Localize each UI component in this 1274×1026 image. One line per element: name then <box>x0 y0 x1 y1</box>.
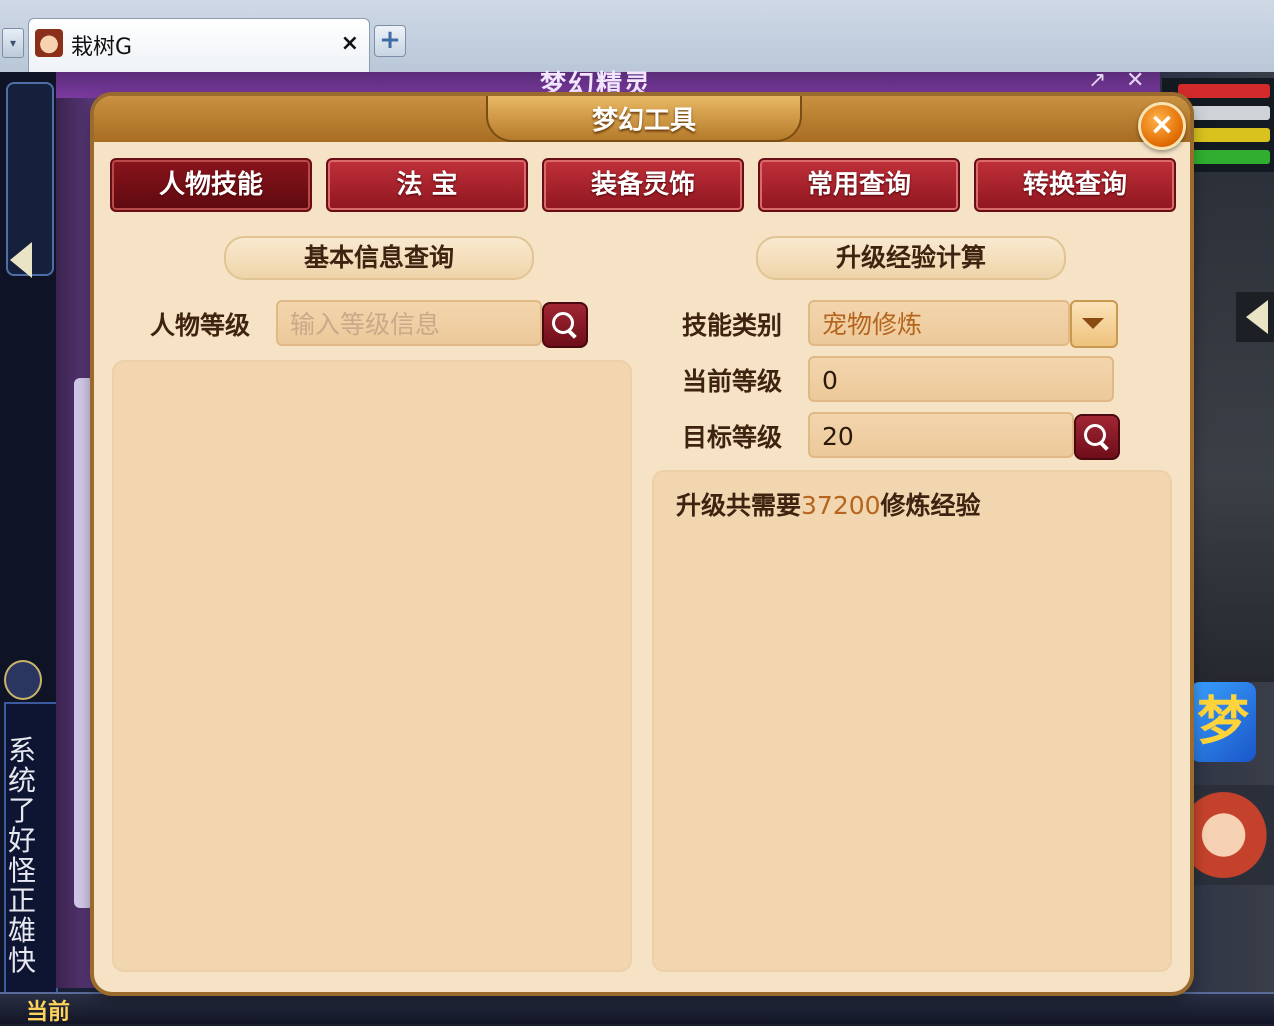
category-tabs: 人物技能 法 宝 装备灵饰 常用查询 转换查询 <box>110 158 1176 212</box>
exp-bar <box>1178 150 1270 164</box>
basic-info-section-title: 基本信息查询 <box>224 236 534 280</box>
right-panel-toggle-icon[interactable] <box>1236 292 1274 342</box>
tab-close-icon[interactable]: × <box>341 31 359 56</box>
title-plate: 梦幻工具 <box>486 96 802 142</box>
level-exp-section-title: 升级经验计算 <box>756 236 1066 280</box>
character-level-input[interactable]: 输入等级信息 <box>276 300 542 346</box>
result-value: 37200 <box>801 491 881 520</box>
exp-result-panel <box>652 470 1172 972</box>
outer-minimize-icon[interactable]: ↗ <box>1088 68 1106 93</box>
outer-window-side <box>56 98 96 988</box>
chat-scroll-button[interactable] <box>4 660 42 700</box>
tab-equipment-accessories[interactable]: 装备灵饰 <box>542 158 744 212</box>
left-arrow-icon[interactable] <box>10 242 32 278</box>
tab-character-skills[interactable]: 人物技能 <box>110 158 312 212</box>
outer-window-scrollbar[interactable] <box>74 378 94 908</box>
tab-favicon-icon <box>35 29 63 57</box>
tab-magic-treasure[interactable]: 法 宝 <box>326 158 528 212</box>
window-title: 梦幻工具 <box>591 106 696 136</box>
result-suffix: 修炼经验 <box>880 491 981 520</box>
tool-window: 梦幻工具 × 人物技能 法 宝 装备灵饰 常用查询 转换查询 基本信息查询 人物… <box>94 96 1190 992</box>
basic-info-result-panel <box>112 360 632 972</box>
tab-list-dropdown[interactable]: ▾ <box>2 28 24 58</box>
calculate-search-button[interactable] <box>1074 414 1120 460</box>
current-level-input[interactable]: 0 <box>808 356 1114 402</box>
mp-bar <box>1178 106 1270 120</box>
target-level-input[interactable]: 20 <box>808 412 1074 458</box>
tab-common-queries[interactable]: 常用查询 <box>758 158 960 212</box>
new-tab-button[interactable]: + <box>374 25 406 57</box>
chat-text: 系统 了好 怪正 雄快 <box>8 734 37 977</box>
browser-tab-strip: ▾ 栽树G × + <box>0 0 1274 73</box>
character-portrait[interactable] <box>1190 785 1274 885</box>
skill-type-select[interactable]: 宠物修炼 <box>808 300 1070 346</box>
skill-type-dropdown-button[interactable] <box>1070 300 1118 348</box>
search-icon-handle <box>1099 441 1109 451</box>
hp-bar <box>1178 84 1270 98</box>
chevron-down-icon <box>1082 318 1104 329</box>
character-level-search-button[interactable] <box>542 302 588 348</box>
bottom-toolbar <box>0 992 1274 1024</box>
tab-conversion-queries[interactable]: 转换查询 <box>974 158 1176 212</box>
skill-type-label: 技能类别 <box>682 311 783 340</box>
bottom-channel-label[interactable]: 当前 <box>26 994 70 1026</box>
current-level-label: 当前等级 <box>682 367 783 396</box>
tab-title: 栽树G <box>71 35 133 60</box>
search-icon-handle <box>567 329 577 339</box>
result-prefix: 升级共需要 <box>676 491 802 520</box>
right-scene <box>1190 172 1274 682</box>
character-level-label: 人物等级 <box>150 311 251 340</box>
close-button[interactable]: × <box>1138 102 1186 150</box>
exp-result-text: 升级共需要37200修炼经验 <box>676 486 981 522</box>
target-level-label: 目标等级 <box>682 423 783 452</box>
anger-bar <box>1178 128 1270 142</box>
outer-close-icon[interactable]: ✕ <box>1126 68 1144 93</box>
browser-tab[interactable]: 栽树G × <box>28 18 370 73</box>
game-logo[interactable]: 梦 <box>1190 682 1256 762</box>
